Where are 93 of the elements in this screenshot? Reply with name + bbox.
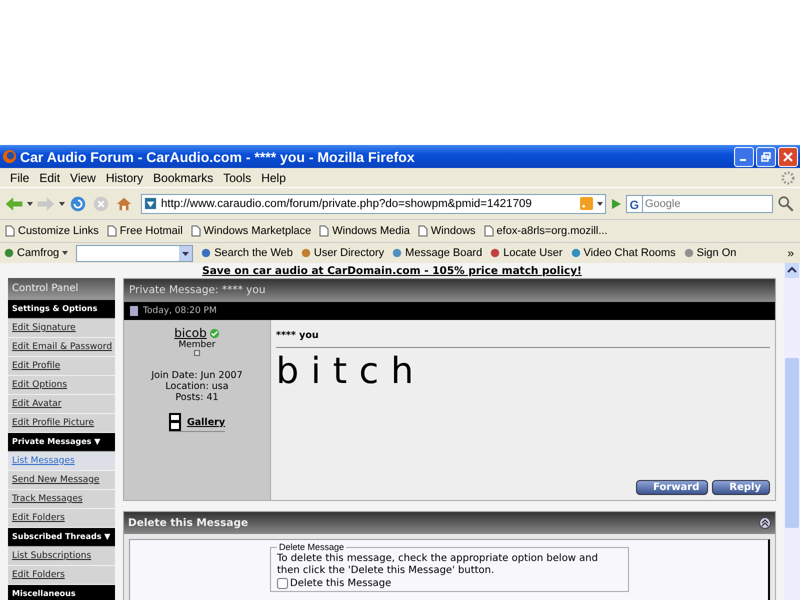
- more-tools-button[interactable]: »: [787, 246, 794, 260]
- page-icon: [484, 225, 494, 237]
- sidebar-link[interactable]: List Messages: [8, 452, 115, 471]
- fieldset-legend: Delete Message: [277, 542, 346, 552]
- menu-item[interactable]: Bookmarks: [148, 170, 218, 184]
- dropdown-icon[interactable]: [179, 246, 192, 260]
- gallery-link[interactable]: Gallery: [168, 413, 226, 432]
- message-text: bitch: [276, 352, 427, 392]
- sidebar-link[interactable]: List Subscriptions: [8, 547, 115, 566]
- sidebar-link[interactable]: Track Messages: [8, 490, 115, 509]
- sidebar-link[interactable]: Edit Signature: [8, 319, 115, 338]
- menu-item[interactable]: Help: [256, 170, 291, 184]
- sidebar-link[interactable]: Edit Profile Picture: [8, 414, 115, 433]
- minimize-button[interactable]: [734, 146, 754, 166]
- page-icon: [106, 225, 117, 237]
- panel-title: Delete this Message: [128, 517, 248, 529]
- sidebar-link[interactable]: Edit Email & Password: [8, 338, 115, 357]
- bookmark-link[interactable]: Windows: [418, 225, 476, 237]
- firefox-icon: [2, 149, 17, 164]
- post-count: Posts: 41: [175, 392, 219, 403]
- page-icon: [5, 225, 15, 237]
- toolbar-icon: [201, 247, 212, 259]
- sidebar-section[interactable]: Subscribed Threads ▼: [8, 528, 115, 547]
- toolbar-icon: [490, 247, 500, 259]
- sidebar-section[interactable]: Private Messages ▼: [8, 433, 115, 452]
- close-icon: [783, 152, 793, 162]
- bookmark-link[interactable]: Windows Marketplace: [190, 225, 312, 237]
- message-action-button[interactable]: Forward: [636, 480, 708, 495]
- bookmark-link[interactable]: Free Hotmail: [106, 225, 183, 237]
- camfrog-menu[interactable]: Camfrog: [4, 247, 68, 259]
- menu-item[interactable]: Edit: [34, 170, 66, 184]
- toolbar-icon: [684, 247, 694, 259]
- sidebar-section[interactable]: Settings & Options: [8, 300, 115, 319]
- menu-item[interactable]: History: [100, 170, 148, 184]
- banner-link[interactable]: Save on car audio at CarDomain.com - 105% price match policy!: [202, 265, 582, 277]
- reputation-icon: [194, 350, 200, 356]
- toolbar-button[interactable]: Message Board: [392, 247, 482, 259]
- username-link[interactable]: bicob: [174, 326, 207, 340]
- message-action-button[interactable]: Reply: [712, 480, 770, 495]
- toolbar-button[interactable]: Video Chat Rooms: [570, 247, 676, 259]
- delete-checkbox[interactable]: Delete this Message: [277, 578, 622, 589]
- minimize-icon: [740, 158, 746, 160]
- page-icon: [418, 225, 428, 237]
- user-rank: Member: [178, 340, 216, 350]
- restore-button[interactable]: [756, 146, 776, 166]
- restore-icon: [761, 152, 771, 162]
- sidebar-header: Control Panel: [8, 278, 115, 300]
- post-icon: [129, 305, 139, 317]
- toolbar-button[interactable]: Locate User: [490, 247, 563, 259]
- toolbar-button[interactable]: Sign On: [684, 247, 736, 259]
- page-icon: [190, 225, 201, 237]
- search-engine-button[interactable]: G: [626, 194, 643, 212]
- sidebar-link[interactable]: Edit Folders: [8, 566, 115, 585]
- post-date: Today, 08:20 PM: [143, 306, 217, 316]
- scroll-thumb[interactable]: [785, 358, 799, 528]
- toolbar-icon: [392, 247, 402, 259]
- toolbar-icon: [300, 247, 311, 259]
- close-button[interactable]: [778, 146, 798, 166]
- menu-item[interactable]: File: [5, 170, 34, 184]
- window-title: Car Audio Forum - CarAudio.com - **** you - Mozilla Firefox: [20, 148, 416, 164]
- address-field[interactable]: http://www.caraudio.com/forum/private.php?do=showpm&pmid=1421709: [141, 194, 606, 214]
- reload-icon[interactable]: [68, 194, 88, 212]
- dropdown-icon[interactable]: [59, 202, 65, 206]
- toolbar-button[interactable]: User Directory: [300, 247, 384, 259]
- sidebar-link[interactable]: Send New Message: [8, 471, 115, 490]
- site-icon: [144, 197, 157, 210]
- bookmark-link[interactable]: Customize Links: [5, 225, 99, 237]
- gallery-icon: [168, 413, 181, 431]
- page-icon: [319, 225, 330, 237]
- bookmark-link[interactable]: efox-a8rls=org.mozill...: [484, 225, 608, 237]
- checkbox[interactable]: [277, 578, 288, 589]
- toolbar-icon: [570, 247, 581, 259]
- sidebar-section[interactable]: Miscellaneous: [8, 585, 115, 600]
- dropdown-icon[interactable]: [27, 202, 33, 206]
- menu-item[interactable]: Tools: [218, 170, 256, 184]
- dropdown-icon: [62, 251, 68, 255]
- message-title: Private Message: **** you: [124, 279, 775, 301]
- delete-instructions: To delete this message, check the appropriate option below and then click the 'Delete this Message' button.: [277, 553, 599, 577]
- user-location: Location: usa: [165, 381, 229, 392]
- bookmark-link[interactable]: Windows Media: [319, 225, 410, 237]
- collapse-icon[interactable]: [759, 517, 771, 529]
- menu-item[interactable]: View: [65, 170, 101, 184]
- sidebar-link[interactable]: Edit Options: [8, 376, 115, 395]
- sidebar-link[interactable]: Edit Folders: [8, 509, 115, 528]
- toolbar-button[interactable]: Search the Web: [201, 247, 293, 259]
- message-subject: **** you: [276, 326, 770, 348]
- dropdown-icon[interactable]: [596, 202, 603, 206]
- sidebar-link[interactable]: Edit Avatar: [8, 395, 115, 414]
- search-field[interactable]: Google: [643, 194, 773, 212]
- sidebar-link[interactable]: Edit Profile: [8, 357, 115, 376]
- join-date: Join Date: Jun 2007: [151, 370, 243, 381]
- throbber-icon: [781, 170, 795, 184]
- search-icon[interactable]: [776, 194, 796, 212]
